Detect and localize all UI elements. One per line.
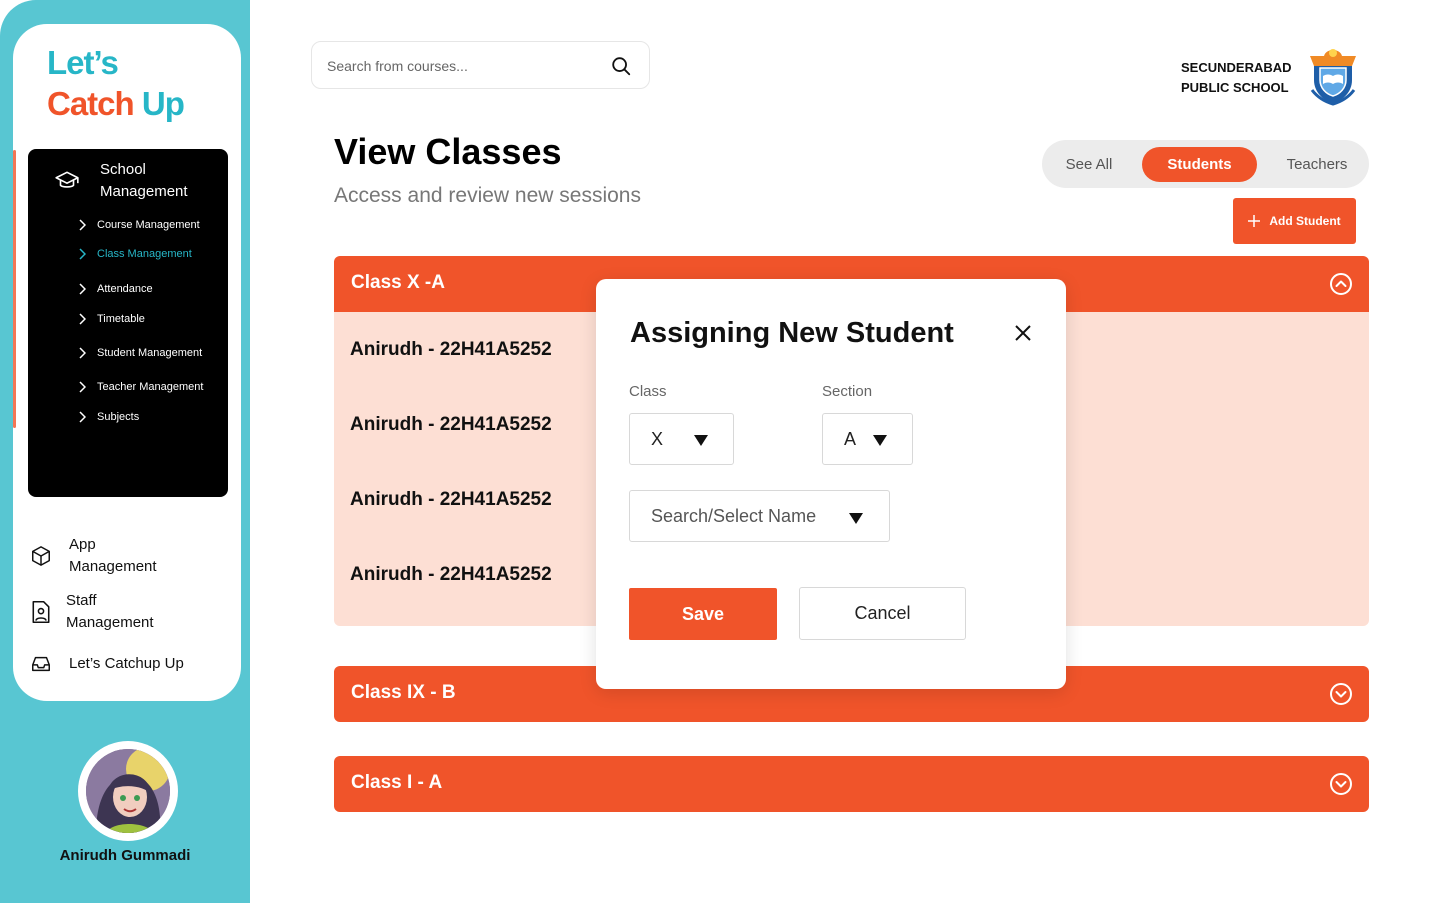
chevron-right-icon (79, 248, 86, 260)
sidebar-item-label: Subjects (97, 411, 140, 423)
add-student-button[interactable]: Add Student (1233, 198, 1356, 244)
school-crest-logo (1310, 49, 1356, 106)
sidebar-item-attendance[interactable]: Attendance (78, 283, 153, 295)
menu-item-school-management[interactable]: School Management (54, 159, 210, 203)
list-item[interactable]: Anirudh - 22H41A5252 (350, 339, 552, 361)
school-name-line-2: PUBLIC SCHOOL (1181, 80, 1289, 95)
school-name-line-1: SECUNDERABAD (1181, 60, 1292, 75)
sidebar-item-label: Class Management (97, 248, 192, 260)
sidebar-accent-line (13, 150, 16, 428)
class-name: Class X -A (351, 272, 445, 293)
page-title: View Classes (334, 131, 562, 172)
student-name-placeholder: Search/Select Name (651, 506, 817, 526)
class-select-value: X (651, 429, 664, 449)
user-avatar[interactable] (78, 741, 178, 841)
app-logo[interactable]: Let’s Catch Up (47, 42, 185, 124)
chevron-right-icon (79, 381, 86, 393)
logo-line-2: Catch Up (47, 83, 185, 124)
sidebar-item-staff-management[interactable]: Staff Management (30, 590, 176, 634)
id-badge-icon (32, 600, 50, 624)
logo-word-catch: Catch (47, 85, 142, 122)
caret-down-icon (694, 435, 708, 446)
sidebar-item-timetable[interactable]: Timetable (78, 313, 145, 325)
sidebar-card: Let’s Catch Up School Management Course … (13, 24, 241, 701)
save-button[interactable]: Save (629, 588, 777, 640)
sidebar-item-course-management[interactable]: Course Management (78, 219, 200, 231)
sidebar-item-teacher-management[interactable]: Teacher Management (78, 381, 203, 393)
section-select[interactable]: A (822, 413, 913, 465)
sidebar: Let’s Catch Up School Management Course … (0, 0, 250, 903)
sidebar-item-label: Timetable (97, 313, 145, 325)
filter-segmented-control: See All Students Teachers (1042, 140, 1369, 188)
sidebar-link-label: App Management (69, 536, 157, 575)
sidebar-item-label: Attendance (97, 283, 153, 295)
search-icon[interactable] (610, 55, 632, 77)
search-bar[interactable] (311, 41, 650, 89)
sidebar-link-label: Staff Management (66, 592, 154, 631)
class-name: Class IX - B (351, 682, 456, 703)
cube-icon (32, 546, 50, 566)
filter-see-all[interactable]: See All (1050, 147, 1128, 182)
sidebar-link-label: Let’s Catchup Up (69, 655, 184, 672)
page-subtitle: Access and review new sessions (334, 184, 641, 207)
modal-title: Assigning New Student (630, 317, 954, 349)
graduation-cap-icon (55, 171, 79, 188)
student-name-select[interactable]: Search/Select Name (629, 490, 890, 542)
assign-student-modal: Assigning New Student Class X Section A … (596, 279, 1066, 689)
inbox-icon (32, 656, 50, 672)
section-select-value: A (844, 429, 857, 449)
sidebar-item-subjects[interactable]: Subjects (78, 411, 139, 423)
sidebar-item-class-management[interactable]: Class Management (78, 248, 192, 260)
chevron-right-icon (79, 219, 86, 231)
chevron-up-circle-icon[interactable] (1329, 272, 1353, 296)
class-name: Class I - A (351, 772, 443, 793)
sidebar-item-student-management[interactable]: Student Management (78, 347, 202, 359)
sidebar-item-label: Student Management (97, 347, 203, 359)
class-field-label: Class (629, 383, 667, 400)
chevron-right-icon (79, 411, 86, 423)
logo-line-1: Let’s (47, 44, 119, 81)
class-accordion-header[interactable]: Class I - A (334, 756, 1369, 812)
caret-down-icon (873, 435, 887, 446)
close-icon[interactable] (1014, 324, 1032, 342)
caret-down-icon (849, 513, 863, 524)
avatar-image (86, 749, 170, 833)
sidebar-item-label: Teacher Management (97, 381, 204, 393)
chevron-right-icon (79, 313, 86, 325)
sidebar-item-lets-catchup[interactable]: Let’s Catchup Up (30, 652, 184, 676)
filter-teachers[interactable]: Teachers (1271, 147, 1363, 182)
sidebar-item-label: Course Management (97, 219, 200, 231)
list-item[interactable]: Anirudh - 22H41A5252 (350, 414, 552, 436)
section-field-label: Section (822, 383, 873, 400)
class-select[interactable]: X (629, 413, 734, 465)
filter-students[interactable]: Students (1142, 147, 1257, 182)
chevron-down-circle-icon[interactable] (1329, 682, 1353, 706)
add-student-label: Add Student (1269, 214, 1341, 228)
list-item[interactable]: Anirudh - 22H41A5252 (350, 564, 552, 586)
plus-icon (1248, 215, 1261, 227)
menu-head-label: School Management (100, 161, 188, 200)
sidebar-item-app-management[interactable]: App Management (30, 534, 179, 578)
search-input[interactable] (327, 54, 597, 78)
chevron-right-icon (79, 283, 86, 295)
chevron-right-icon (79, 347, 86, 359)
school-name: SECUNDERABAD PUBLIC SCHOOL (1181, 58, 1292, 98)
user-name: Anirudh Gummadi (59, 847, 191, 864)
logo-word-up: Up (141, 85, 185, 122)
school-management-menu: School Management Course Management Clas… (28, 149, 228, 497)
chevron-down-circle-icon[interactable] (1329, 772, 1353, 796)
list-item[interactable]: Anirudh - 22H41A5252 (350, 489, 552, 511)
cancel-button[interactable]: Cancel (799, 587, 966, 640)
